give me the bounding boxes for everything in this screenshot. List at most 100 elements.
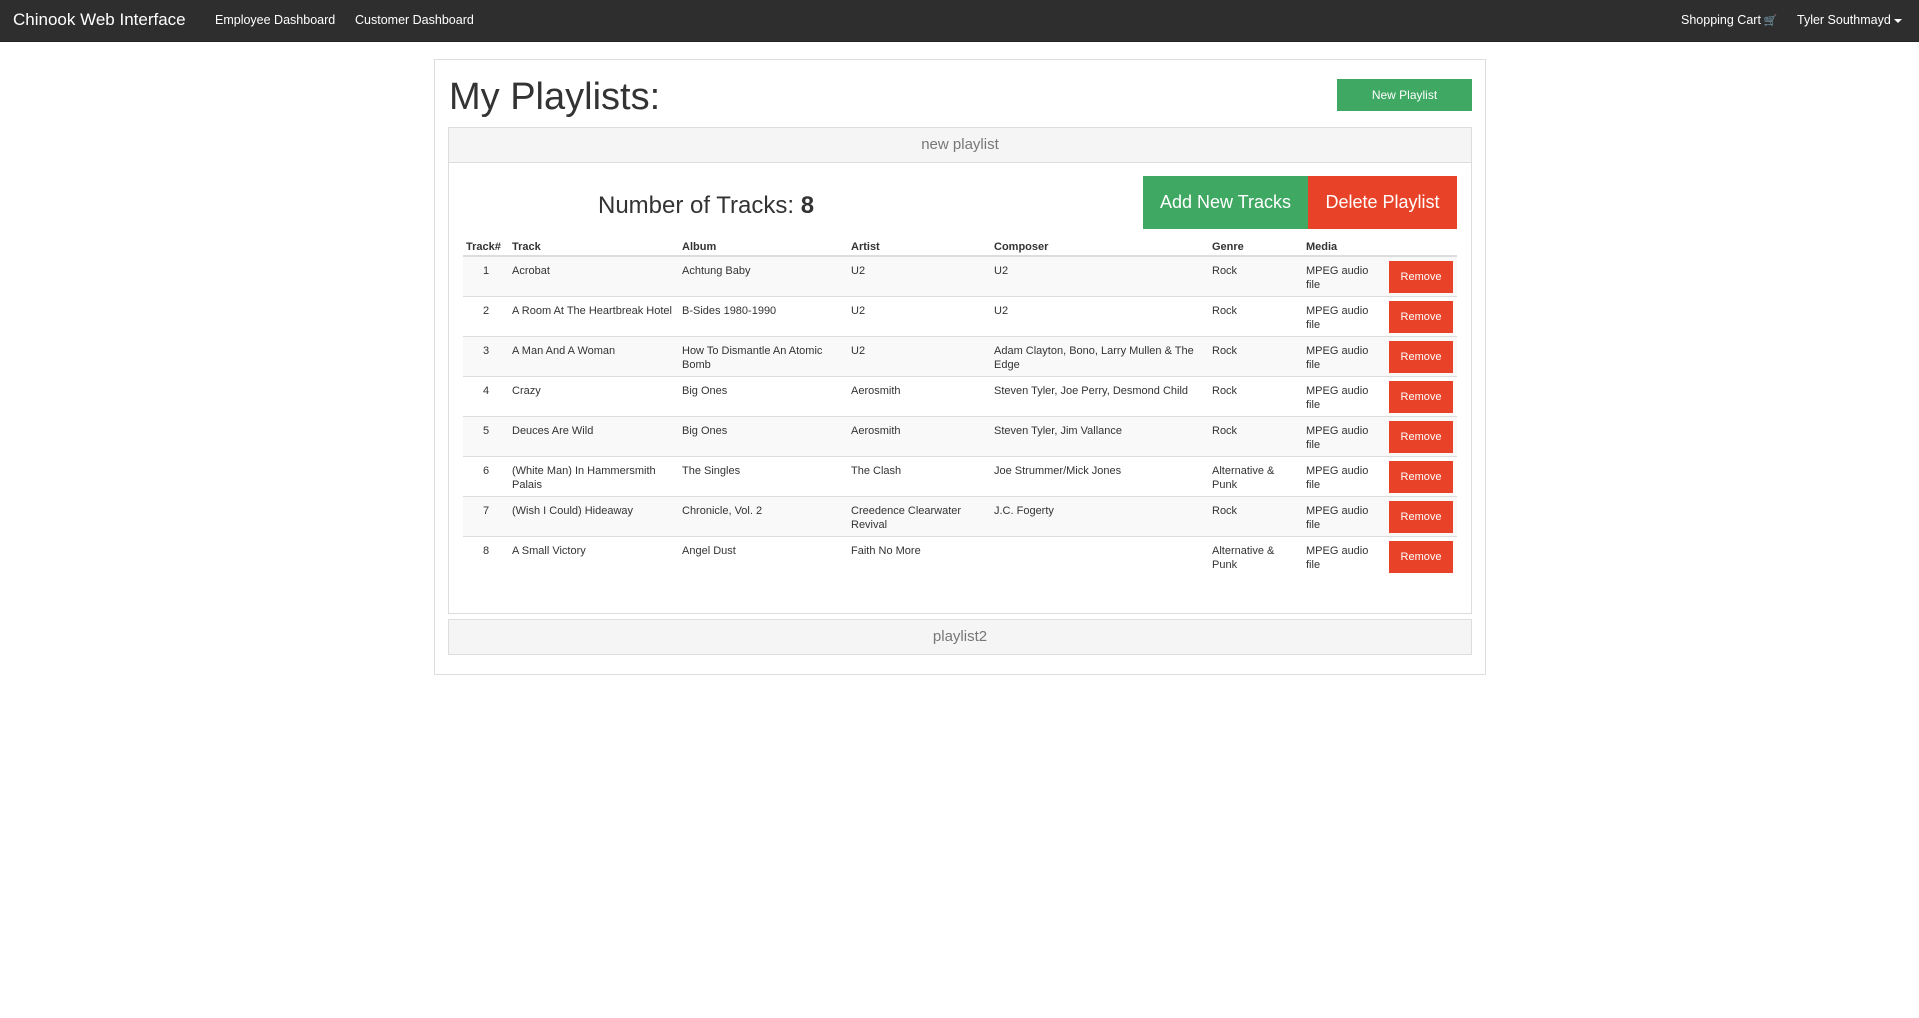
track-name-cell: (Wish I Could) Hideaway bbox=[509, 495, 679, 536]
media-cell: MPEG audio file bbox=[1303, 375, 1384, 416]
action-cell: Remove bbox=[1384, 455, 1457, 496]
table-row: 5 Deuces Are Wild Big Ones Aerosmith Steven … bbox=[463, 415, 1457, 456]
track-name-cell: A Man And A Woman bbox=[509, 335, 679, 376]
table-row: 8A Small Victory Angel Dust Faith No More A… bbox=[463, 535, 1457, 576]
album-cell: How To Dismantle An Atomic Bomb bbox=[679, 335, 848, 376]
nav-customer-dashboard[interactable]: Customer Dashboard bbox=[355, 13, 474, 27]
table-row: 3A Man And A Woman How To Dismantle An At… bbox=[463, 335, 1457, 376]
media-cell: MPEG audio file bbox=[1303, 455, 1384, 496]
caret-down-icon bbox=[1893, 18, 1902, 23]
track-number-cell: 6 bbox=[463, 455, 509, 496]
column-header-actions bbox=[1384, 233, 1457, 257]
brand-link[interactable]: Chinook Web Interface bbox=[13, 10, 186, 30]
remove-track-button[interactable]: Remove bbox=[1389, 500, 1453, 533]
remove-track-button[interactable]: Remove bbox=[1389, 300, 1453, 333]
genre-cell: Rock bbox=[1209, 295, 1303, 336]
genre-cell: Rock bbox=[1209, 375, 1303, 416]
table-row: 6 (White Man) In Hammersmith Palais The Si… bbox=[463, 455, 1457, 496]
artist-cell: Aerosmith bbox=[848, 375, 991, 416]
action-cell: Remove bbox=[1384, 375, 1457, 416]
table-row: 4 Crazy Big Ones Aerosmith Steven Tyler, Joe… bbox=[463, 375, 1457, 416]
composer-cell: Joe Strummer/Mick Jones bbox=[991, 455, 1209, 496]
track-name-cell: Acrobat bbox=[509, 255, 679, 296]
track-number-cell: 4 bbox=[463, 375, 509, 416]
media-cell: MPEG audio file bbox=[1303, 295, 1384, 336]
tracks-table: Track# Track Album Artist Composer Genre… bbox=[463, 233, 1457, 576]
genre-cell: Rock bbox=[1209, 255, 1303, 296]
tracks-table-body: 1 Acrobat Achtung Baby U2 U2 Rock MPEG audio f… bbox=[463, 255, 1457, 576]
artist-cell: The Clash bbox=[848, 455, 991, 496]
action-cell: Remove bbox=[1384, 535, 1457, 576]
composer-cell bbox=[991, 535, 1209, 576]
nav-employee-dashboard[interactable]: Employee Dashboard bbox=[215, 13, 335, 27]
composer-cell: J.C. Fogerty bbox=[991, 495, 1209, 536]
album-cell: Angel Dust bbox=[679, 535, 848, 576]
artist-cell: U2 bbox=[848, 295, 991, 336]
delete-playlist-button[interactable]: Delete Playlist bbox=[1308, 176, 1457, 229]
track-number-cell: 1 bbox=[463, 255, 509, 296]
media-cell: MPEG audio file bbox=[1303, 415, 1384, 456]
remove-track-button[interactable]: Remove bbox=[1389, 380, 1453, 413]
action-cell: Remove bbox=[1384, 295, 1457, 336]
composer-cell: Adam Clayton, Bono, Larry Mullen & The E… bbox=[991, 335, 1209, 376]
action-cell: Remove bbox=[1384, 255, 1457, 296]
remove-track-button[interactable]: Remove bbox=[1389, 540, 1453, 573]
table-row: 2A Room At The Heartbreak Hotel B-Sides 1… bbox=[463, 295, 1457, 336]
column-header: Track# bbox=[463, 233, 509, 257]
remove-track-button[interactable]: Remove bbox=[1389, 261, 1453, 293]
action-cell: Remove bbox=[1384, 495, 1457, 536]
remove-track-button[interactable]: Remove bbox=[1389, 420, 1453, 453]
column-header: Composer bbox=[991, 233, 1209, 257]
add-new-tracks-button[interactable]: Add New Tracks bbox=[1143, 176, 1308, 229]
remove-track-button[interactable]: Remove bbox=[1389, 340, 1453, 373]
column-header: Album bbox=[679, 233, 848, 257]
media-cell: MPEG audio file bbox=[1303, 335, 1384, 376]
media-cell: MPEG audio file bbox=[1303, 535, 1384, 576]
composer-cell: Steven Tyler, Jim Vallance bbox=[991, 415, 1209, 456]
track-count: Number of Tracks: 8 bbox=[598, 192, 814, 220]
genre-cell: Rock bbox=[1209, 415, 1303, 456]
table-row: 7 (Wish I Could) Hideaway Chronicle, Vol. … bbox=[463, 495, 1457, 536]
track-number-cell: 3 bbox=[463, 335, 509, 376]
column-header: Track bbox=[509, 233, 679, 257]
playlist-panel-heading[interactable]: new playlist bbox=[449, 128, 1471, 163]
artist-cell: Creedence Clearwater Revival bbox=[848, 495, 991, 536]
album-cell: Achtung Baby bbox=[679, 255, 848, 296]
track-number-cell: 2 bbox=[463, 295, 509, 336]
track-number-cell: 7 bbox=[463, 495, 509, 536]
shopping-cart-link[interactable]: Shopping Cart 🛒 bbox=[1681, 13, 1778, 27]
genre-cell: Alternative & Punk bbox=[1209, 535, 1303, 576]
shopping-cart-icon: 🛒 bbox=[1763, 15, 1778, 27]
column-header: Media bbox=[1303, 233, 1384, 257]
track-count-label: Number of Tracks: bbox=[598, 192, 795, 219]
track-name-cell: A Small Victory bbox=[509, 535, 679, 576]
album-cell: The Singles bbox=[679, 455, 848, 496]
track-count-value: 8 bbox=[800, 192, 815, 219]
table-row: 1 Acrobat Achtung Baby U2 U2 Rock MPEG audio f… bbox=[463, 255, 1457, 296]
album-cell: Big Ones bbox=[679, 415, 848, 456]
shopping-cart-label: Shopping Cart bbox=[1681, 13, 1761, 27]
table-header-row: Track# Track Album Artist Composer Genre… bbox=[463, 233, 1457, 257]
track-name-cell: A Room At The Heartbreak Hotel bbox=[509, 295, 679, 336]
column-header: Artist bbox=[848, 233, 991, 257]
composer-cell: Steven Tyler, Joe Perry, Desmond Child bbox=[991, 375, 1209, 416]
remove-track-button[interactable]: Remove bbox=[1389, 460, 1453, 493]
album-cell: B-Sides 1980-1990 bbox=[679, 295, 848, 336]
composer-cell: U2 bbox=[991, 255, 1209, 296]
artist-cell: Aerosmith bbox=[848, 415, 991, 456]
media-cell: MPEG audio file bbox=[1303, 495, 1384, 536]
media-cell: MPEG audio file bbox=[1303, 255, 1384, 296]
track-name-cell: Deuces Are Wild bbox=[509, 415, 679, 456]
user-menu-dropdown[interactable]: Tyler Southmayd bbox=[1797, 13, 1902, 27]
playlist2-panel-heading[interactable]: playlist2 bbox=[448, 619, 1472, 655]
user-name-label: Tyler Southmayd bbox=[1797, 13, 1891, 27]
top-navbar: Chinook Web Interface Employee Dashboard… bbox=[0, 0, 1919, 42]
new-playlist-button[interactable]: New Playlist bbox=[1337, 79, 1472, 111]
artist-cell: U2 bbox=[848, 255, 991, 296]
track-name-cell: Crazy bbox=[509, 375, 679, 416]
page-title: My Playlists: bbox=[449, 76, 661, 118]
action-cell: Remove bbox=[1384, 415, 1457, 456]
genre-cell: Alternative & Punk bbox=[1209, 455, 1303, 496]
artist-cell: U2 bbox=[848, 335, 991, 376]
genre-cell: Rock bbox=[1209, 335, 1303, 376]
